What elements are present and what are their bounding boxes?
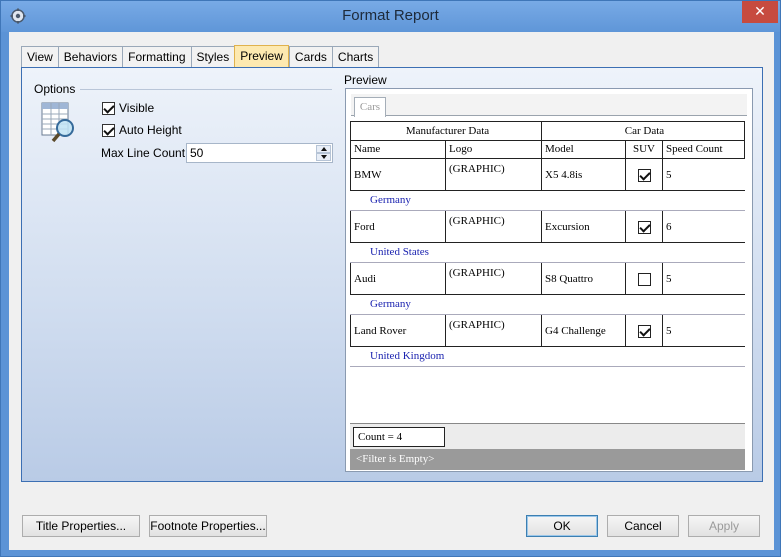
spin-buttons	[316, 145, 331, 161]
table-row[interactable]: Land Rover (GRAPHIC) G4 Challenge 5	[350, 315, 745, 347]
tab-preview[interactable]: Preview	[234, 45, 289, 68]
suv-checkbox[interactable]	[638, 273, 651, 286]
options-divider	[80, 89, 332, 90]
group-header-car: Car Data	[624, 125, 665, 137]
filter-bar[interactable]: <Filter is Empty>	[350, 449, 745, 470]
country-row: Germany	[350, 295, 745, 315]
column-header-row: Name Logo Model SUV Speed Count	[350, 141, 745, 159]
cell-logo: (GRAPHIC)	[446, 263, 542, 294]
cell-model: G4 Challenge	[542, 315, 626, 346]
preview-tab-cars[interactable]: Cars	[354, 97, 386, 117]
tab-strip: View Behaviors Formatting Styles Preview…	[21, 45, 380, 68]
title-properties-button[interactable]: Title Properties...	[22, 515, 140, 537]
auto-height-option[interactable]: Auto Height	[102, 123, 182, 137]
cell-speed-count: 5	[666, 169, 672, 181]
spin-up-icon[interactable]	[316, 145, 331, 153]
country-row: United Kingdom	[350, 347, 745, 367]
cell-suv	[626, 315, 663, 346]
group-header-manufacturer: Manufacturer Data	[351, 122, 542, 140]
cell-logo: (GRAPHIC)	[446, 211, 542, 242]
tab-cards[interactable]: Cards	[288, 46, 332, 68]
cell-suv	[626, 159, 663, 190]
cell-speed-count: 5	[666, 325, 672, 337]
cell-name: Land Rover	[351, 315, 446, 346]
tab-styles[interactable]: Styles	[190, 46, 235, 68]
spin-down-icon[interactable]	[316, 153, 331, 161]
max-line-count-stepper[interactable]: 50	[186, 143, 333, 163]
cell-model: X5 4.8is	[542, 159, 626, 190]
preview-tab-panel: Options Visible Auto Height Max Line Cou…	[21, 67, 763, 482]
tab-behaviors[interactable]: Behaviors	[57, 46, 123, 68]
cell-name: BMW	[351, 159, 446, 190]
cell-model: S8 Quattro	[542, 263, 626, 294]
format-report-window: Format Report ✕ View Behaviors Formattin…	[0, 0, 781, 557]
table-row[interactable]: Audi (GRAPHIC) S8 Quattro 5	[350, 263, 745, 295]
suv-checkbox[interactable]	[638, 325, 651, 338]
suv-checkbox[interactable]	[638, 221, 651, 234]
column-header-logo[interactable]: Logo	[446, 141, 542, 158]
cell-suv	[626, 211, 663, 242]
country-row: United States	[350, 243, 745, 263]
visible-checkbox[interactable]	[102, 101, 115, 115]
preview-grid: Manufacturer Data Car Data Name Logo Mod…	[350, 121, 745, 367]
window-title: Format Report	[342, 7, 439, 24]
ok-button[interactable]: OK	[526, 515, 598, 537]
title-bar[interactable]: Format Report ✕	[1, 1, 780, 32]
column-header-name[interactable]: Name	[351, 141, 446, 158]
tab-view[interactable]: View	[21, 46, 58, 68]
close-icon: ✕	[754, 3, 766, 19]
visible-label: Visible	[119, 101, 155, 115]
column-header-suv[interactable]: SUV	[626, 141, 663, 158]
group-header-row: Manufacturer Data Car Data	[350, 121, 745, 141]
cell-name: Audi	[351, 263, 446, 294]
cell-speed-count: 6	[666, 221, 672, 233]
column-header-model[interactable]: Model	[542, 141, 626, 158]
auto-height-checkbox[interactable]	[102, 123, 115, 137]
table-search-icon	[41, 102, 74, 143]
table-row[interactable]: Ford (GRAPHIC) Excursion 6	[350, 211, 745, 243]
apply-button[interactable]: Apply	[688, 515, 760, 537]
cell-logo: (GRAPHIC)	[446, 159, 542, 190]
max-line-count-label: Max Line Count:	[101, 146, 189, 160]
cell-logo: (GRAPHIC)	[446, 315, 542, 346]
cell-name: Ford	[351, 211, 446, 242]
preview-pane: Cars Manufacturer Data Car Data Name Log…	[345, 88, 753, 472]
summary-bar: Count = 4	[350, 423, 745, 449]
preview-tab-strip: Cars	[351, 94, 747, 117]
dialog-client: View Behaviors Formatting Styles Preview…	[9, 32, 774, 550]
table-row[interactable]: BMW (GRAPHIC) X5 4.8is 5	[350, 159, 745, 191]
max-line-count-value[interactable]: 50	[190, 146, 203, 160]
visible-option[interactable]: Visible	[102, 101, 154, 115]
auto-height-label: Auto Height	[119, 123, 182, 137]
country-row: Germany	[350, 191, 745, 211]
count-summary: Count = 4	[353, 427, 445, 447]
cancel-button[interactable]: Cancel	[607, 515, 679, 537]
options-group-label: Options	[34, 82, 76, 96]
cell-suv	[626, 263, 663, 294]
cell-speed-count: 5	[666, 273, 672, 285]
suv-checkbox[interactable]	[638, 169, 651, 182]
close-button[interactable]: ✕	[742, 1, 778, 23]
tab-charts[interactable]: Charts	[331, 46, 380, 68]
footnote-properties-button[interactable]: Footnote Properties...	[149, 515, 267, 537]
tab-formatting[interactable]: Formatting	[122, 46, 191, 68]
cell-model: Excursion	[542, 211, 626, 242]
column-header-speed-count[interactable]: Speed Count	[663, 141, 744, 158]
preview-group-label: Preview	[344, 73, 387, 87]
